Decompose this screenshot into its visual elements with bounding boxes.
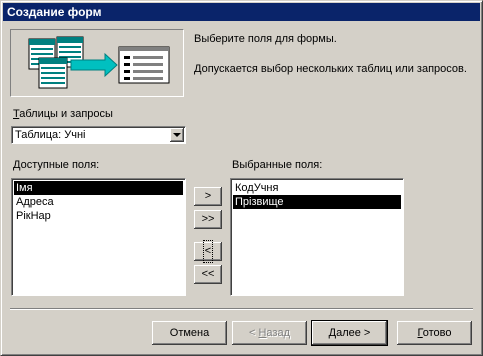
remove-one-button[interactable]: < <box>194 240 222 263</box>
selected-fields-list[interactable]: КодУчня Прізвище <box>230 178 404 296</box>
available-label-rest: оступные поля: <box>20 159 100 171</box>
selected-fields-label: Выбранные поля: <box>232 159 323 171</box>
source-select[interactable]: Таблица: Учні <box>11 126 186 144</box>
source-select-value: Таблица: Учні <box>15 129 86 141</box>
add-all-button[interactable]: >> <box>194 210 222 229</box>
chevron-down-icon[interactable] <box>170 128 184 142</box>
list-item[interactable]: КодУчня <box>233 181 401 195</box>
list-item[interactable]: Імя <box>14 181 183 195</box>
remove-all-button[interactable]: << <box>194 265 222 284</box>
window-title: Создание форм <box>7 5 102 19</box>
intro-line-2: Допускается выбор нескольких таблиц или … <box>194 63 467 75</box>
list-item[interactable]: Прізвище <box>233 195 401 209</box>
title-bar[interactable]: Создание форм <box>3 3 480 21</box>
source-label: Таблицы и запросы <box>13 108 113 121</box>
available-fields-label: Доступные поля: <box>13 159 99 172</box>
form-wizard-dialog: Создание форм Выберите поля для формы. Д… <box>0 0 483 356</box>
footer-divider <box>10 308 473 310</box>
cancel-button[interactable]: Отмена <box>152 321 227 345</box>
list-item[interactable]: Адреса <box>14 195 183 209</box>
available-label-accel: Д <box>13 159 21 171</box>
finish-button[interactable]: Готово <box>397 321 472 345</box>
tables-to-form-icon <box>28 36 170 89</box>
source-label-rest: аблицы и запросы <box>19 108 113 120</box>
next-button[interactable]: Далее > <box>311 320 388 346</box>
wizard-illustration <box>10 29 184 97</box>
intro-line-1: Выберите поля для формы. <box>194 33 337 45</box>
back-button[interactable]: < Назад <box>232 321 307 345</box>
list-item[interactable]: РікНар <box>14 209 183 223</box>
available-fields-list[interactable]: Імя Адреса РікНар <box>11 178 186 296</box>
add-one-button[interactable]: > <box>194 187 222 206</box>
